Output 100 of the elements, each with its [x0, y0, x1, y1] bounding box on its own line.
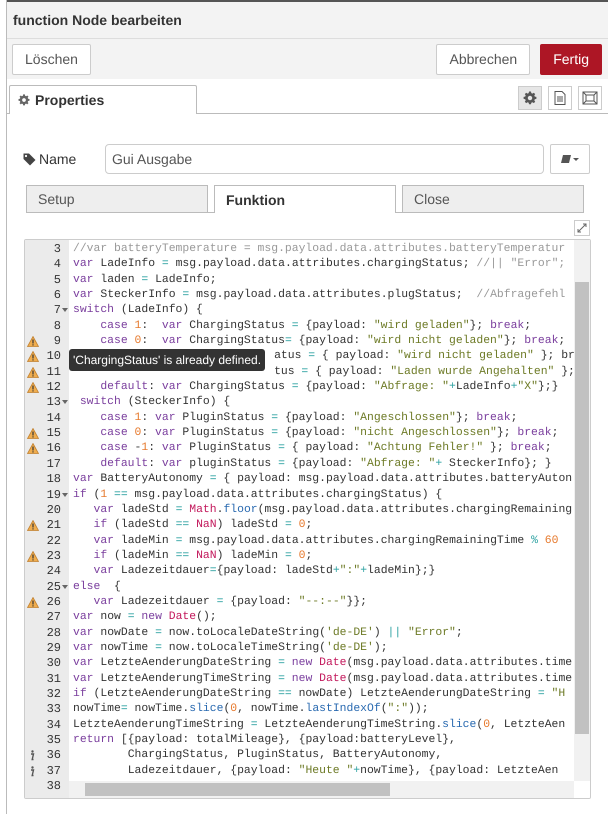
line-number: 19 — [46, 488, 61, 503]
line-number: 16 — [46, 441, 61, 457]
line-number: 32 — [46, 686, 61, 702]
code-line: var Ladezeitdauer = {payload: "--:--"}}; — [92, 594, 368, 610]
line-number: 37 — [46, 764, 61, 780]
line-number: 18 — [46, 472, 61, 488]
code-line: var now = new Date(); — [72, 610, 217, 626]
line-number: 35 — [46, 733, 61, 748]
line-number: 12 — [46, 380, 61, 396]
code-line: var Ladezeitdauer={payload: ladeStd+":"+ladeMin};} — [92, 564, 436, 580]
code-line: switch (SteckerInfo) { — [78, 395, 230, 410]
code-line: var ladeMin = msg.payload.data.attributes.chargingRemainingTime % 60 — [92, 534, 558, 549]
name-input[interactable]: Gui Ausgabe — [105, 144, 544, 174]
library-button[interactable] — [550, 144, 590, 174]
line-number: 27 — [46, 610, 61, 626]
line-number: 22 — [46, 534, 61, 549]
line-number: 38 — [46, 779, 61, 794]
editor-tab[interactable]: Close — [402, 185, 584, 212]
line-number: 17 — [46, 456, 61, 472]
line-number: 5 — [54, 272, 61, 288]
line-number: 31 — [46, 672, 61, 687]
code-line: var SteckerInfo = msg.payload.data.attributes.plugStatus; //Abfragefehl — [72, 288, 566, 304]
code-line: var LetzteAenderungTimeString = new Date(msg.payload.data.attributes.time — [72, 672, 572, 687]
code-line: return [{payload: totalMileage}, {payload:batteryLevel}, — [72, 733, 456, 748]
tag-icon — [23, 152, 36, 166]
settings-icon — [523, 91, 537, 105]
line-number: 7 — [54, 303, 61, 319]
name-label: Name — [39, 151, 76, 167]
code-line: switch (LadeInfo) { — [72, 303, 203, 318]
done-button[interactable]: Fertig — [540, 44, 602, 74]
code-line: var laden = LadeInfo; — [72, 272, 217, 288]
line-number: 28 — [46, 626, 61, 641]
line-number: 21 — [46, 518, 61, 534]
frame-icon — [582, 91, 598, 105]
book-icon — [561, 154, 579, 164]
fold-icon[interactable] — [62, 308, 68, 312]
line-number: 14 — [46, 410, 61, 426]
line-number: 24 — [46, 564, 61, 580]
dialog-title: function Node bearbeiten — [13, 12, 182, 28]
code-line: case 1: var PluginStatus = {payload: "Angeschlossen"}; break; — [99, 410, 518, 426]
code-line: LetzteAenderungTimeString = LetzteAenderungTimeString.slice(0, LetzteAen — [72, 718, 566, 733]
line-number: 29 — [46, 640, 61, 656]
tab-tool-button[interactable] — [578, 86, 602, 110]
code-line: default: var pluginStatus = {payload: "Abfrage: "+ SteckerInfo}; } — [99, 456, 552, 472]
line-number: 26 — [46, 594, 61, 610]
code-line: var LadeInfo = msg.payload.data.attributes.chargingStatus; //|| "Error"; — [72, 257, 566, 272]
document-icon — [554, 91, 566, 105]
code-line: if (1 == msg.payload.data.attributes.chargingStatus) { — [72, 488, 442, 502]
line-number: 6 — [54, 288, 61, 304]
code-line: nowTime= nowTime.slice(0, nowTime.lastIndexOf(":")); — [72, 702, 429, 718]
code-line: if (ladeStd == NaN) ladeStd = 0; — [92, 518, 312, 534]
code-line: var nowTime = now.toLocaleTimeString('de-DE'); — [72, 640, 388, 656]
tab-tool-button[interactable] — [548, 86, 572, 110]
line-number: 10 — [46, 349, 61, 365]
code-line: if (ladeMin == NaN) ladeMin = 0; — [92, 548, 312, 564]
line-number: 30 — [46, 656, 61, 672]
line-number: 3 — [54, 242, 61, 258]
delete-button[interactable]: Löschen — [12, 44, 91, 74]
code-line: case 1: var ChargingStatus = {payload: "wird geladen"}; break; — [99, 318, 532, 334]
fold-icon[interactable] — [62, 400, 68, 404]
code-line: var LetzteAenderungDateString = new Date(msg.payload.data.attributes.time — [72, 656, 572, 672]
line-number: 25 — [46, 580, 61, 595]
fold-icon[interactable] — [62, 584, 68, 589]
code-line: Ladezeitdauer, {payload: "Heute "+nowTime}, {payload: LetzteAen — [126, 764, 558, 779]
line-number: 13 — [46, 395, 61, 411]
code-line: case 0: var PluginStatus = {payload: "nicht Angeschlossen"}; break; — [99, 426, 558, 442]
line-number: 20 — [46, 502, 61, 518]
code-line: tus = { payload: "Laden wurde Angehalten" }; — [274, 364, 575, 380]
code-line: atus = { payload: "wird nicht geladen" }; br — [274, 349, 575, 364]
line-number: 34 — [46, 718, 61, 733]
code-line: //var batteryTemperature = msg.payload.data.attributes.batteryTemperatur — [72, 242, 566, 257]
vertical-scrollbar[interactable] — [574, 240, 590, 781]
code-line: default: var ChargingStatus = {payload: "Abfrage: "+LadeInfo+"X"};} — [99, 380, 558, 396]
code-line: var nowDate = now.toLocaleDateString('de-DE') || "Error"; — [72, 626, 463, 641]
expand-icon — [577, 223, 587, 233]
settings-icon — [18, 94, 30, 106]
line-number: 4 — [54, 257, 61, 273]
line-number: 9 — [54, 334, 61, 350]
line-number: 36 — [46, 748, 61, 764]
properties-tab[interactable]: Properties — [9, 85, 197, 114]
line-number: 33 — [46, 702, 61, 718]
horizontal-scrollbar[interactable] — [69, 781, 574, 798]
cancel-button[interactable]: Abbrechen — [436, 44, 530, 74]
expand-button[interactable] — [574, 220, 590, 236]
fold-icon[interactable] — [62, 492, 68, 496]
editor-tab[interactable]: Funktion — [214, 185, 396, 213]
tooltip: 'ChargingStatus' is already defined. — [69, 349, 266, 371]
code-line: case -1: var PluginStatus = { payload: "Achtung Fehler!" }; break; — [99, 441, 552, 456]
code-line: ChargingStatus, PluginStatus, BatteryAutonomy, — [126, 748, 442, 764]
line-number: 23 — [46, 548, 61, 564]
tab-label: Properties — [35, 92, 104, 108]
line-number: 11 — [46, 364, 61, 380]
code-line: if (LetzteAenderungDateString == nowDate) LetzteAenderungDateString = "H — [72, 686, 566, 702]
code-line: var ladeStd = Math.floor(msg.payload.data.attributes.chargingRemaining — [92, 502, 572, 518]
editor-tab[interactable]: Setup — [26, 185, 208, 212]
tab-tool-button[interactable] — [518, 86, 542, 110]
code-line: case 0: var ChargingStatus= {payload: "wird nicht geladen"}; break; — [99, 334, 566, 350]
code-line: else { — [72, 580, 121, 595]
line-number: 8 — [54, 318, 61, 334]
line-number: 15 — [46, 426, 61, 442]
